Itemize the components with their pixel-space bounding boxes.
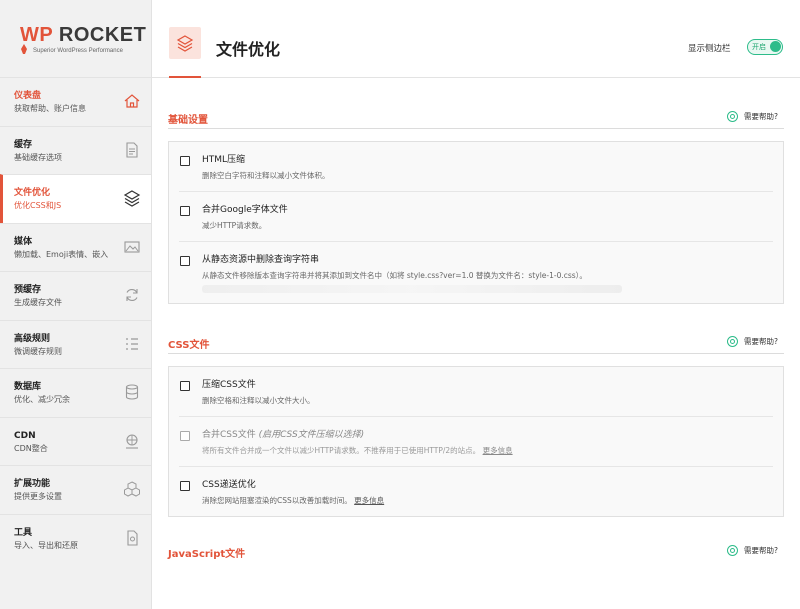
option-title: 压缩CSS文件: [202, 380, 256, 390]
logo-tagline: Superior WordPress Performance: [33, 48, 123, 54]
option-description: 将所有文件合并成一个文件以减少HTTP请求数。不推荐用于已使用HTTP/2的站点…: [202, 445, 773, 456]
cubes-icon: [124, 481, 140, 497]
show-sidebar-label: 显示侧边栏: [688, 44, 731, 54]
option-title-text: 合并CSS文件: [202, 430, 256, 440]
sidebar-item-advanced-rules[interactable]: 高级规则 微调缓存规则: [0, 319, 151, 369]
help-label: 需要帮助?: [744, 546, 778, 555]
checkbox: [180, 431, 190, 441]
option-title: 从静态资源中删除查询字符串: [202, 255, 320, 265]
option-minify-html: HTML压缩 删除空白字符和注释以减小文件体积。: [179, 142, 773, 192]
list-icon: [126, 337, 138, 350]
more-info-link[interactable]: 更多信息: [354, 496, 384, 505]
sidebar-item-tools[interactable]: 工具 导入、导出和还原: [0, 513, 151, 563]
help-icon: [727, 111, 739, 122]
blurred-text: [202, 285, 622, 293]
help-icon: [727, 336, 739, 347]
page-icon: [169, 27, 201, 78]
option-title: 合并Google字体文件: [202, 205, 288, 215]
image-icon: [124, 240, 140, 253]
help-icon: [727, 545, 739, 556]
option-description: 删除空白字符和注释以减小文件体积。: [202, 171, 330, 180]
section-css-card: 压缩CSS文件 删除空格和注释以减小文件大小。 合并CSS文件 (启用CSS文件…: [168, 366, 784, 517]
option-note: (启用CSS文件压缩以选择): [258, 430, 365, 440]
option-title: CSS递送优化: [202, 480, 256, 490]
sidebar-item-file-optimization[interactable]: 文件优化 优化CSS和JS: [0, 174, 151, 223]
help-label: 需要帮助?: [744, 337, 778, 346]
checkbox[interactable]: [180, 256, 190, 266]
option-description: 减少HTTP请求数。: [202, 221, 267, 230]
show-sidebar-toggle[interactable]: 开启: [747, 39, 783, 55]
sidebar-item-media[interactable]: 媒体 懒加载、Emoji表情、嵌入: [0, 222, 151, 272]
section-css-header: CSS文件 需要帮助?: [168, 330, 784, 354]
sidebar-item-addons[interactable]: 扩展功能 提供更多设置: [0, 465, 151, 514]
sidebar-item-cdn[interactable]: CDN CDN整合: [0, 416, 151, 466]
help-link[interactable]: 需要帮助?: [727, 545, 778, 556]
more-info-link[interactable]: 更多信息: [483, 446, 513, 455]
option-optimize-css-delivery: CSS递送优化 消除您网站阻塞渲染的CSS以改善加载时间。 更多信息: [179, 467, 773, 516]
layers-icon: [123, 190, 141, 207]
option-title: 合并CSS文件 (启用CSS文件压缩以选择): [202, 430, 773, 441]
section-basic-card: HTML压缩 删除空白字符和注释以减小文件体积。 合并Google字体文件 减少…: [168, 141, 784, 304]
checkbox[interactable]: [180, 381, 190, 391]
checkbox[interactable]: [180, 156, 190, 166]
section-basic-header: 基础设置 需要帮助?: [168, 105, 784, 129]
wp-rocket-logo[interactable]: WP ROCKET Superior WordPress Performance: [0, 0, 151, 77]
section-title: CSS文件: [168, 340, 210, 351]
main-content: 文件优化 显示侧边栏 开启 基础设置 需要帮助? HTML压缩 删除空白字符和注…: [152, 0, 800, 609]
option-description-text: 将所有文件合并成一个文件以减少HTTP请求数。不推荐用于已使用HTTP/2的站点…: [202, 446, 481, 455]
option-minify-css: 压缩CSS文件 删除空格和注释以减小文件大小。: [179, 367, 773, 417]
logo-wp-text: WP: [20, 24, 53, 46]
option-remove-query-strings: 从静态资源中删除查询字符串 从静态文件移除版本查询字符串并将其添加到文件名中（如…: [179, 242, 773, 303]
toggle-knob: [770, 41, 781, 52]
section-js-header: JavaScript文件 需要帮助?: [168, 539, 784, 563]
rocket-icon: [21, 44, 27, 54]
checkbox[interactable]: [180, 206, 190, 216]
option-combine-css: 合并CSS文件 (启用CSS文件压缩以选择) 将所有文件合并成一个文件以减少HT…: [179, 417, 773, 467]
option-description: 从静态文件移除版本查询字符串并将其添加到文件名中（如将 style.css?ve…: [202, 271, 587, 280]
sidebar-nav: 仪表盘 获取帮助、账户信息 缓存 基础缓存选项 文件优化 优化CSS和JS 媒体…: [0, 77, 151, 562]
page-title: 文件优化: [216, 40, 281, 59]
sidebar-item-cache[interactable]: 缓存 基础缓存选项: [0, 125, 151, 175]
toggle-text: 开启: [752, 43, 766, 51]
option-description: 删除空格和注释以减小文件大小。: [202, 396, 315, 405]
sidebar: WP ROCKET Superior WordPress Performance…: [0, 0, 152, 609]
tools-icon: [127, 529, 138, 546]
option-title: HTML压缩: [202, 155, 246, 165]
sidebar-item-preload[interactable]: 预缓存 生成缓存文件: [0, 271, 151, 320]
section-title: JavaScript文件: [168, 549, 246, 560]
page-header: 文件优化 显示侧边栏 开启: [152, 0, 800, 78]
help-link[interactable]: 需要帮助?: [727, 111, 778, 122]
database-icon: [125, 384, 139, 400]
sidebar-item-database[interactable]: 数据库 优化、减少冗余: [0, 368, 151, 417]
layers-icon: [176, 35, 194, 52]
checkbox[interactable]: [180, 481, 190, 491]
logo-rocket-text: ROCKET: [58, 24, 147, 46]
section-title: 基础设置: [168, 115, 208, 126]
option-description: 消除您网站阻塞渲染的CSS以改善加载时间。 更多信息: [202, 495, 773, 506]
help-label: 需要帮助?: [744, 112, 778, 121]
help-link[interactable]: 需要帮助?: [727, 336, 778, 347]
home-icon: [124, 94, 140, 108]
option-description-text: 消除您网站阻塞渲染的CSS以改善加载时间。: [202, 496, 352, 505]
sidebar-item-dashboard[interactable]: 仪表盘 获取帮助、账户信息: [0, 77, 151, 126]
document-icon: [126, 141, 138, 158]
refresh-icon: [126, 289, 138, 301]
cdn-icon: [126, 433, 138, 449]
option-combine-google-fonts: 合并Google字体文件 减少HTTP请求数。: [179, 192, 773, 242]
